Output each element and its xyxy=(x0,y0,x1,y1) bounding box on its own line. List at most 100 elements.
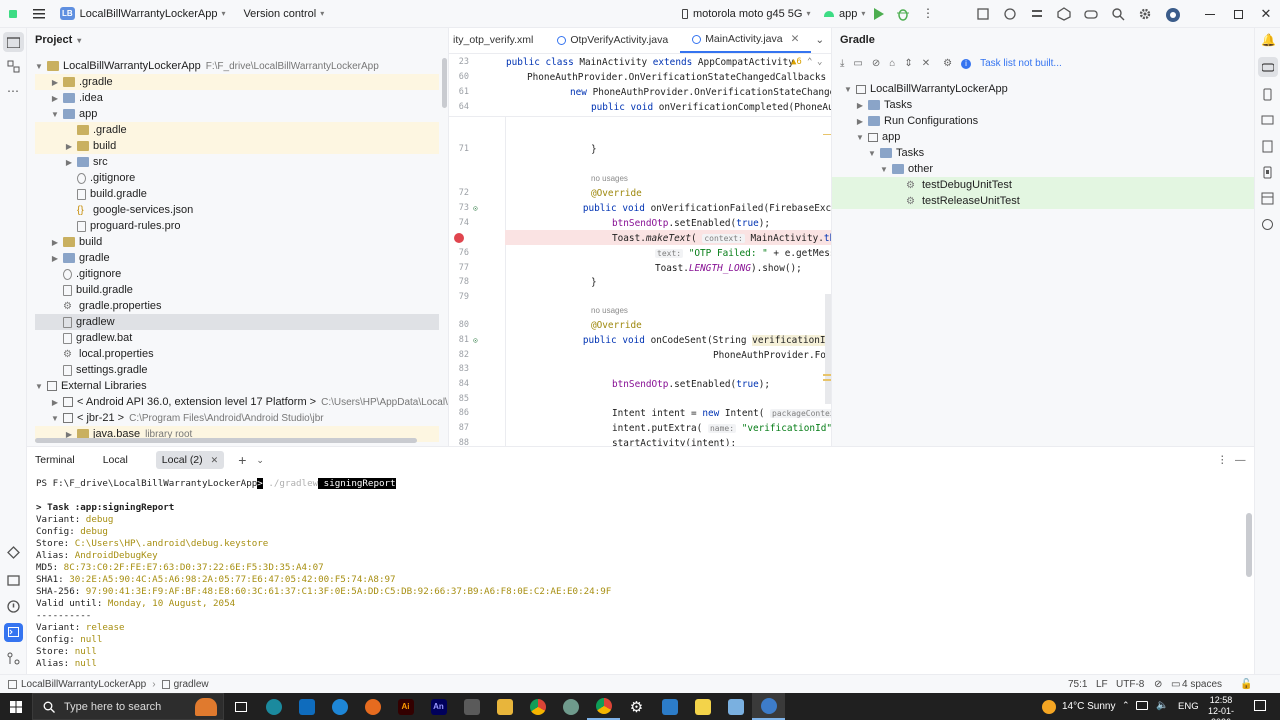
usages-hint[interactable]: no usages xyxy=(591,174,628,183)
tray-chevron-icon[interactable]: ⌃ xyxy=(1122,700,1130,711)
warning-count[interactable]: ▲6 xyxy=(791,57,802,67)
close-icon[interactable]: ✕ xyxy=(791,33,800,45)
gradle-tree-tasks[interactable]: ▶ Tasks xyxy=(854,97,912,113)
tree-item-app-build[interactable]: ▶ build xyxy=(35,138,439,154)
tab-local-2[interactable]: Local (2) ✕ xyxy=(155,451,225,469)
structure-tool-icon[interactable] xyxy=(7,60,20,73)
taskbar-app-blue[interactable] xyxy=(719,693,752,720)
emulator-icon[interactable] xyxy=(1261,114,1274,127)
caret-position[interactable]: 75:1 xyxy=(1068,679,1087,690)
logcat-icon[interactable] xyxy=(7,574,20,587)
chevron-down-icon[interactable]: ⌄ xyxy=(256,455,264,466)
taskbar-edge-dev[interactable] xyxy=(257,693,290,720)
plugin-icon[interactable] xyxy=(1057,7,1071,21)
tree-item-idea[interactable]: ▶ .idea xyxy=(35,90,103,106)
device-selector[interactable]: motorola moto g45 5G ▾ xyxy=(676,0,816,28)
project-switcher[interactable]: LB LocalBillWarrantyLockerApp ▾ xyxy=(52,0,231,28)
version-control-menu[interactable]: Version control ▾ xyxy=(231,0,330,28)
build-variants-icon[interactable] xyxy=(7,546,20,559)
gradle-task-test-debug[interactable]: ⚙ testDebugUnitTest xyxy=(832,177,1254,193)
task-view-button[interactable] xyxy=(224,693,257,720)
tree-item-app-gitignore[interactable]: .gitignore xyxy=(35,170,135,186)
debug-button[interactable] xyxy=(896,7,910,24)
network-icon[interactable] xyxy=(1136,701,1148,710)
gear-icon[interactable] xyxy=(1138,7,1152,21)
tree-item-gradle[interactable]: ▶ gradle xyxy=(35,250,110,266)
taskbar-chrome[interactable] xyxy=(521,693,554,720)
override-gutter-icon[interactable]: ⊙ xyxy=(473,204,478,213)
structure-icon[interactable] xyxy=(1030,7,1044,21)
gradle-tree-other[interactable]: ▼ other xyxy=(878,161,933,177)
gemini-icon[interactable] xyxy=(1261,218,1274,231)
tree-item-build-gradle[interactable]: build.gradle xyxy=(35,282,133,298)
minimize-panel-button[interactable]: — xyxy=(1235,454,1246,466)
gradle-tree-app[interactable]: ▼ app xyxy=(854,129,900,145)
device-explorer-icon[interactable] xyxy=(1261,140,1274,153)
maximize-button[interactable] xyxy=(1224,0,1252,28)
tree-item-gradlew-bat[interactable]: gradlew.bat xyxy=(35,330,132,346)
new-tab-button[interactable]: + xyxy=(238,452,246,468)
weather-widget[interactable]: 14°C Sunny xyxy=(1042,693,1115,720)
main-menu-button[interactable] xyxy=(26,0,52,28)
tree-item-settings-gradle[interactable]: settings.gradle xyxy=(35,362,148,378)
override-gutter-icon[interactable]: ⊙ xyxy=(473,336,478,345)
expand-all-icon[interactable]: ⇕ xyxy=(904,58,912,69)
account-avatar-icon[interactable] xyxy=(1165,7,1181,23)
file-encoding[interactable]: UTF-8 xyxy=(1116,679,1144,690)
usages-hint[interactable]: no usages xyxy=(591,306,628,315)
taskbar-file-explorer[interactable] xyxy=(488,693,521,720)
close-icon[interactable]: ✕ xyxy=(211,455,219,466)
horizontal-scrollbar[interactable] xyxy=(35,438,417,443)
taskbar-photos[interactable] xyxy=(653,693,686,720)
tree-item-jbr[interactable]: ▼ < jbr-21 > C:\Program Files\Android\Andr… xyxy=(35,410,324,426)
tree-item-app-gradle[interactable]: .gradle xyxy=(35,122,439,138)
taskbar-animate[interactable]: An xyxy=(422,693,455,720)
run-config-selector[interactable]: app ▾ xyxy=(818,0,871,28)
tabs-dropdown[interactable]: ⌄ xyxy=(811,28,828,53)
taskbar-firefox[interactable] xyxy=(356,693,389,720)
volume-icon[interactable]: 🔈 xyxy=(1156,700,1168,711)
taskbar-illustrator[interactable]: Ai xyxy=(389,693,422,720)
language-indicator[interactable]: ENG xyxy=(1178,701,1199,712)
tree-item-android-api[interactable]: ▶ < Android API 36.0, extension level 17 … xyxy=(35,394,448,410)
layout-inspector-icon[interactable] xyxy=(1261,192,1274,205)
taskbar-android-studio[interactable] xyxy=(752,693,785,720)
breadcrumb-project[interactable]: LocalBillWarrantyLockerApp xyxy=(21,679,146,690)
minimize-button[interactable] xyxy=(1196,0,1224,28)
code-area[interactable]: 23 public class MainActivity extends AppC… xyxy=(449,54,831,446)
tree-item-root[interactable]: ▼ LocalBillWarrantyLockerApp F:\F_drive\Lo… xyxy=(33,58,443,74)
sync-icon[interactable] xyxy=(1003,7,1017,21)
run-button[interactable] xyxy=(873,7,885,24)
link-project-icon[interactable]: ▭ xyxy=(853,58,862,69)
notifications-icon[interactable]: 🔔 xyxy=(1261,33,1276,47)
more-actions-button[interactable]: ⋮ xyxy=(922,6,934,20)
device-manager-icon[interactable] xyxy=(1261,88,1274,101)
gamepad-icon[interactable] xyxy=(1084,7,1098,21)
gradle-tool-button[interactable] xyxy=(1258,57,1278,77)
terminal-scrollbar[interactable] xyxy=(1246,513,1252,577)
line-separator[interactable]: LF xyxy=(1096,679,1108,690)
download-icon[interactable]: ⤓ xyxy=(840,58,844,69)
project-panel-header[interactable]: Project ▾ xyxy=(27,28,448,52)
taskbar-edge[interactable] xyxy=(323,693,356,720)
chevron-down-icon[interactable]: ⌄ xyxy=(817,57,822,67)
tab-otp-verify-xml[interactable]: ity_otp_verify.xml xyxy=(449,28,545,53)
taskbar-store[interactable] xyxy=(455,693,488,720)
tab-local[interactable]: Local xyxy=(103,454,128,466)
start-button[interactable] xyxy=(0,693,32,720)
taskbar-app-green[interactable] xyxy=(554,693,587,720)
tab-main-activity[interactable]: MainActivity.java ✕ xyxy=(680,28,812,53)
project-tool-button[interactable] xyxy=(3,32,24,52)
gradle-tree-run-configurations[interactable]: ▶ Run Configurations xyxy=(854,113,978,129)
tree-item-app[interactable]: ▼ app xyxy=(35,106,97,122)
gear-icon[interactable]: ⚙ xyxy=(943,58,952,69)
notification-center-icon[interactable] xyxy=(1254,700,1266,711)
terminal-more-button[interactable]: ⋮ xyxy=(1217,454,1228,466)
tree-item-local-properties[interactable]: ⚙ local.properties xyxy=(35,346,154,362)
device-manager-icon[interactable] xyxy=(976,7,990,21)
taskbar-settings[interactable]: ⚙ xyxy=(620,693,653,720)
taskbar-chrome-profile[interactable] xyxy=(587,693,620,720)
taskbar-outlook[interactable] xyxy=(290,693,323,720)
tree-item-gradle-dir[interactable]: ▶ .gradle xyxy=(35,74,439,90)
running-devices-icon[interactable] xyxy=(1261,166,1274,179)
